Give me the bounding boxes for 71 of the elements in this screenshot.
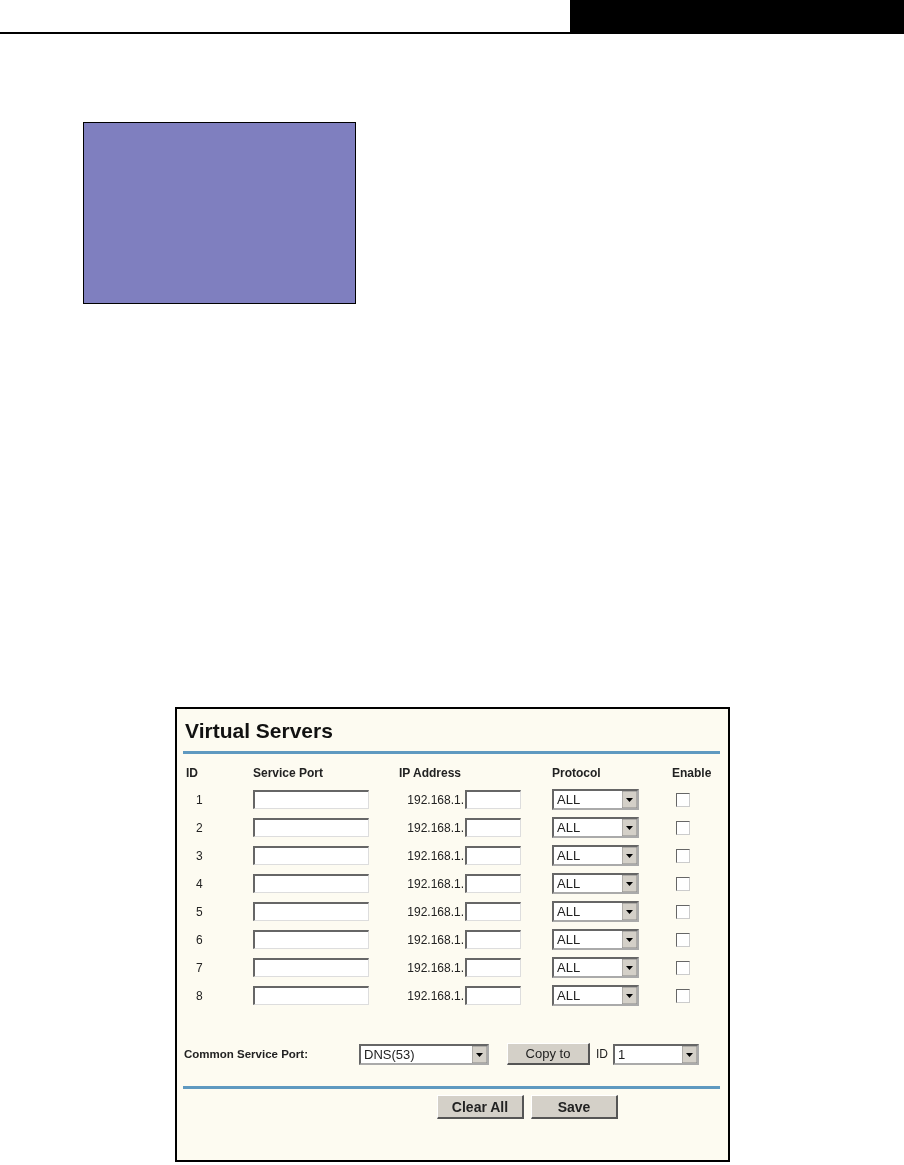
row-id: 3: [195, 848, 204, 863]
service-port-field[interactable]: [253, 874, 369, 893]
field-label: ID: [596, 1047, 608, 1061]
row-id: 1: [195, 792, 204, 807]
ip-field[interactable]: [465, 874, 521, 893]
ip-prefix: 192.168.1.: [406, 848, 465, 863]
service-port-field[interactable]: [253, 986, 369, 1005]
row-id: 5: [195, 904, 204, 919]
checkbox[interactable]: [676, 904, 690, 919]
caret-icon: [622, 931, 637, 948]
dropdown[interactable]: ALL: [552, 789, 639, 810]
row-id: 6: [195, 932, 204, 947]
ip-field[interactable]: [465, 902, 521, 921]
field-label: Common Service Port:: [184, 1048, 309, 1060]
dropdown[interactable]: ALL: [552, 929, 639, 950]
panel-title: Virtual Servers: [185, 719, 334, 744]
row-id: 8: [195, 988, 204, 1003]
dropdown[interactable]: ALL: [552, 873, 639, 894]
dropdown[interactable]: ALL: [552, 817, 639, 838]
row-id: 2: [195, 820, 204, 835]
checkbox[interactable]: [676, 820, 690, 835]
caret-icon: [622, 791, 637, 808]
caret-icon: [622, 903, 637, 920]
ip-field[interactable]: [465, 818, 521, 837]
caret-icon: [622, 847, 637, 864]
copy-button[interactable]: Copy to: [507, 1043, 590, 1065]
column-header: ID: [186, 766, 199, 782]
checkbox[interactable]: [676, 876, 690, 891]
row-id: 7: [195, 960, 204, 975]
service-port-field[interactable]: [253, 930, 369, 949]
column-header: IP Address: [399, 766, 463, 782]
ip-prefix: 192.168.1.: [406, 988, 465, 1003]
checkbox[interactable]: [676, 932, 690, 947]
caret-icon: [472, 1045, 487, 1063]
caret-icon: [622, 987, 637, 1004]
ip-prefix: 192.168.1.: [406, 960, 465, 975]
caret-icon: [622, 959, 637, 976]
action-button[interactable]: Clear All: [437, 1095, 524, 1119]
dropdown[interactable]: 1: [613, 1043, 699, 1065]
service-port-field[interactable]: [253, 790, 369, 809]
action-button[interactable]: Save: [531, 1095, 618, 1119]
service-port-field[interactable]: [253, 846, 369, 865]
checkbox[interactable]: [676, 988, 690, 1003]
ip-field[interactable]: [465, 930, 521, 949]
ip-prefix: 192.168.1.: [406, 932, 465, 947]
ip-field[interactable]: [465, 958, 521, 977]
caret-icon: [622, 875, 637, 892]
ip-field[interactable]: [465, 986, 521, 1005]
ip-prefix: 192.168.1.: [406, 792, 465, 807]
caret-icon: [682, 1045, 697, 1063]
ip-field[interactable]: [465, 846, 521, 865]
row-id: 4: [195, 876, 204, 891]
caret-icon: [622, 819, 637, 836]
ip-prefix: 192.168.1.: [406, 820, 465, 835]
checkbox[interactable]: [676, 792, 690, 807]
column-header: Protocol: [552, 766, 602, 782]
service-port-field[interactable]: [253, 818, 369, 837]
dropdown[interactable]: ALL: [552, 845, 639, 866]
dropdown[interactable]: DNS(53): [359, 1043, 489, 1065]
ip-field[interactable]: [465, 790, 521, 809]
ip-prefix: 192.168.1.: [406, 904, 465, 919]
service-port-field[interactable]: [253, 958, 369, 977]
column-header: Enable: [672, 766, 713, 782]
dropdown[interactable]: ALL: [552, 901, 639, 922]
service-port-field[interactable]: [253, 902, 369, 921]
dropdown[interactable]: ALL: [552, 985, 639, 1006]
dropdown[interactable]: ALL: [552, 957, 639, 978]
ip-prefix: 192.168.1.: [406, 876, 465, 891]
column-header: Service Port: [253, 766, 325, 782]
checkbox[interactable]: [676, 960, 690, 975]
checkbox[interactable]: [676, 848, 690, 863]
